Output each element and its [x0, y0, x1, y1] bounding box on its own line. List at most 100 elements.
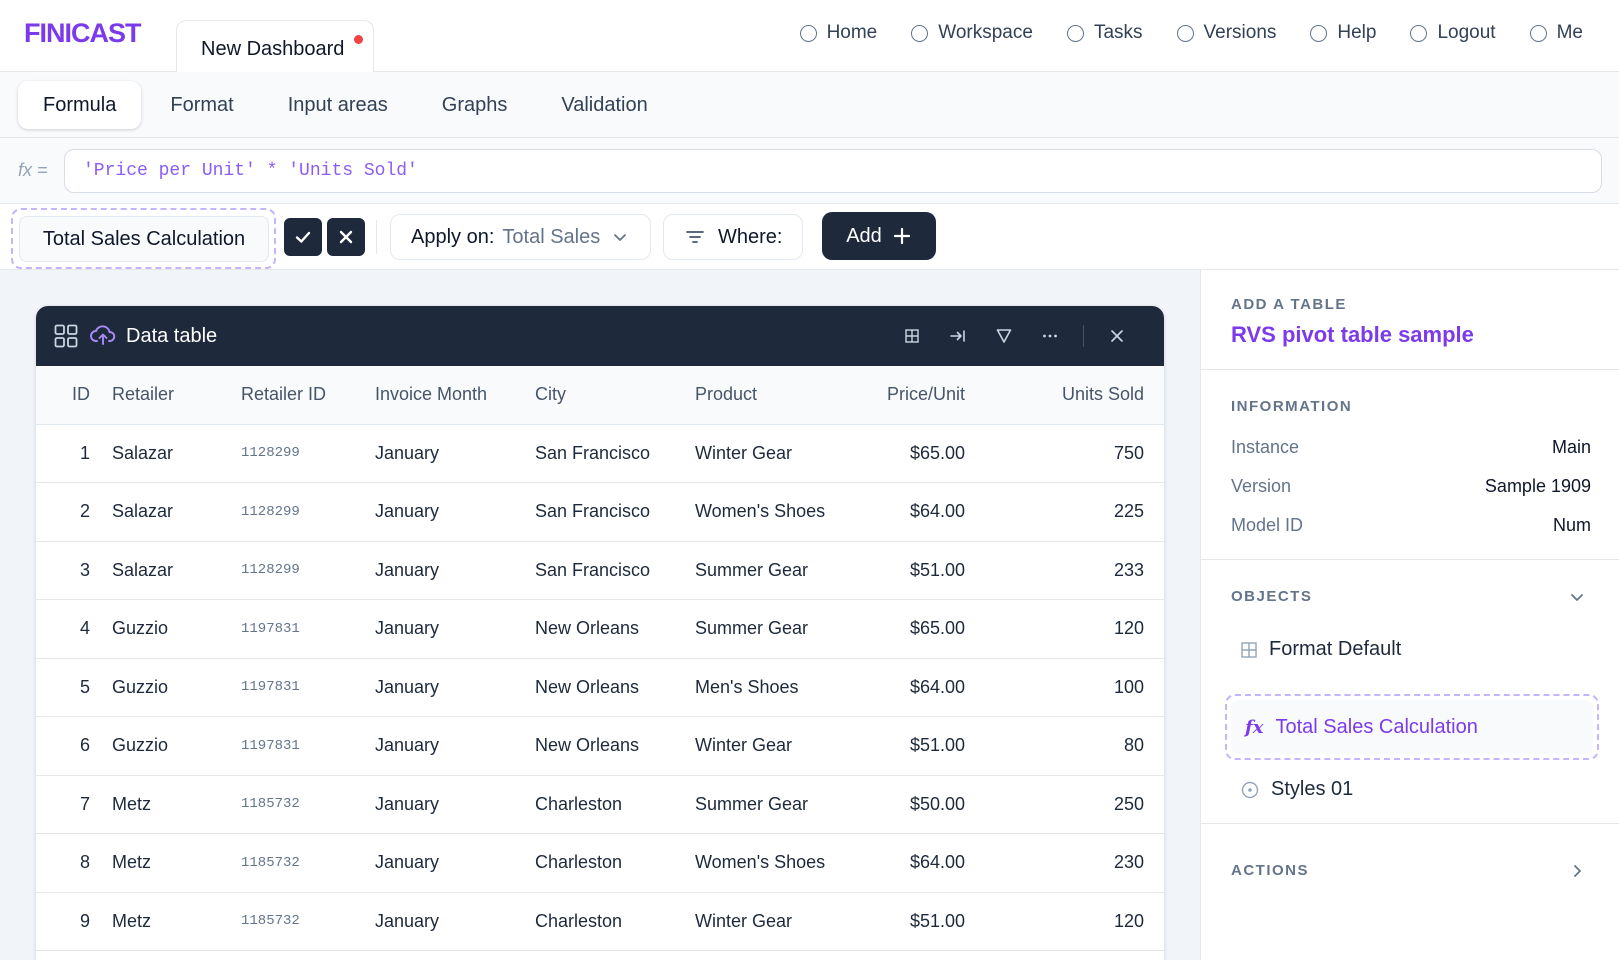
cell-retailer-id[interactable]: 1197831 — [235, 599, 369, 659]
cell-price-unit[interactable]: $65.00 — [849, 599, 985, 659]
chevron-down-icon[interactable] — [1568, 588, 1586, 606]
table-row[interactable]: 3 Salazar 1128299 January San Francisco Summe… — [36, 541, 1164, 600]
column-header-city[interactable]: City — [529, 366, 689, 425]
nav-workspace[interactable]: Workspace — [911, 22, 1033, 44]
cell-invoice-month[interactable]: January — [369, 892, 529, 951]
cell-id[interactable]: 9 — [36, 892, 104, 951]
cell-city[interactable]: San Francisco — [529, 541, 689, 600]
cell-price-unit[interactable]: $65.00 — [849, 424, 985, 483]
tab-format[interactable]: Format — [145, 81, 258, 129]
cell-id[interactable]: 3 — [36, 541, 104, 600]
more-options-button[interactable] — [1027, 306, 1073, 366]
cell-invoice-month[interactable]: January — [369, 775, 529, 834]
tab-graphs[interactable]: Graphs — [417, 81, 533, 129]
cell-invoice-month[interactable]: January — [369, 541, 529, 600]
filter-button[interactable] — [981, 306, 1027, 366]
cell-product[interactable]: Women's Shoes — [689, 482, 849, 542]
apply-on-dropdown[interactable]: Apply on: Total Sales — [390, 214, 651, 260]
cell-retailer-id[interactable]: 1185732 — [235, 892, 369, 951]
cell-units-sold[interactable]: 250 — [985, 775, 1164, 834]
cell-invoice-month[interactable]: January — [369, 833, 529, 893]
cell-units-sold[interactable]: 225 — [985, 482, 1164, 542]
cell-units-sold[interactable]: 233 — [985, 541, 1164, 600]
cell-product[interactable]: Winter Gear — [689, 892, 849, 951]
close-table-button[interactable] — [1094, 306, 1140, 366]
cell-city[interactable]: Charleston — [529, 775, 689, 834]
cell-retailer[interactable]: Salazar — [104, 482, 235, 542]
cell-invoice-month[interactable]: January — [369, 599, 529, 659]
table-row[interactable]: 7 Metz 1185732 January Charleston Summer Gear… — [36, 775, 1164, 834]
nav-logout[interactable]: Logout — [1410, 22, 1496, 44]
cell-price-unit[interactable]: $51.00 — [849, 541, 985, 600]
chevron-right-icon[interactable] — [1568, 862, 1586, 880]
cloud-upload-icon[interactable] — [90, 324, 116, 346]
cell-units-sold[interactable]: 120 — [985, 892, 1164, 951]
column-header-price-unit[interactable]: Price/Unit — [849, 366, 985, 425]
column-header-retailer-id[interactable]: Retailer ID — [235, 366, 369, 425]
table-row[interactable]: 1 Salazar 1128299 January San Francisco Winte… — [36, 424, 1164, 483]
nav-help[interactable]: Help — [1310, 22, 1376, 44]
cell-retailer-id[interactable]: 1197831 — [235, 716, 369, 776]
cell-units-sold[interactable]: 80 — [985, 716, 1164, 776]
cell-price-unit[interactable]: $50.00 — [849, 775, 985, 834]
tab-formula[interactable]: Formula — [18, 81, 142, 129]
cell-units-sold[interactable]: 750 — [985, 424, 1164, 483]
cell-retailer[interactable]: Salazar — [104, 424, 235, 483]
table-row[interactable]: 4 Guzzio 1197831 January New Orleans Summer G… — [36, 599, 1164, 659]
formula-input[interactable]: 'Price per Unit' * 'Units Sold' — [64, 149, 1602, 193]
cell-product[interactable]: Summer Gear — [689, 775, 849, 834]
cell-city[interactable]: New Orleans — [529, 658, 689, 717]
cancel-button[interactable] — [327, 218, 365, 256]
document-tab[interactable]: New Dashboard — [176, 20, 374, 73]
cell-price-unit[interactable]: $51.00 — [849, 892, 985, 951]
app-logo[interactable]: FINICAST — [24, 18, 141, 49]
column-header-retailer[interactable]: Retailer — [104, 366, 235, 425]
cell-retailer[interactable]: Metz — [104, 892, 235, 951]
table-row[interactable]: 5 Guzzio 1197831 January New Orleans Men's Sh… — [36, 658, 1164, 717]
grid-icon[interactable] — [54, 324, 78, 348]
cell-product[interactable]: Winter Gear — [689, 716, 849, 776]
collapse-right-button[interactable] — [935, 306, 981, 366]
column-header-product[interactable]: Product — [689, 366, 849, 425]
nav-tasks[interactable]: Tasks — [1066, 22, 1143, 44]
cell-id[interactable]: 5 — [36, 658, 104, 717]
cell-city[interactable]: New Orleans — [529, 716, 689, 776]
cell-id[interactable]: 6 — [36, 716, 104, 776]
cell-city[interactable]: San Francisco — [529, 424, 689, 483]
cell-price-unit[interactable]: $64.00 — [849, 833, 985, 893]
object-styles-01[interactable]: Styles 01 — [1241, 778, 1353, 801]
cell-price-unit[interactable]: $64.00 — [849, 482, 985, 542]
cell-city[interactable]: New Orleans — [529, 599, 689, 659]
cell-invoice-month[interactable]: January — [369, 716, 529, 776]
table-row[interactable]: 9 Metz 1185732 January Charleston Winter Gear… — [36, 892, 1164, 951]
tab-input-areas[interactable]: Input areas — [263, 81, 413, 129]
object-format-default[interactable]: Format Default — [1241, 638, 1401, 661]
cell-retailer[interactable]: Salazar — [104, 541, 235, 600]
cell-invoice-month[interactable]: January — [369, 658, 529, 717]
table-row[interactable]: 6 Guzzio 1197831 January New Orleans Winter G… — [36, 716, 1164, 776]
cell-price-unit[interactable]: $51.00 — [849, 716, 985, 776]
table-name-link[interactable]: RVS pivot table sample — [1231, 322, 1474, 348]
table-row[interactable]: 8 Metz 1185732 January Charleston Women's Sho… — [36, 833, 1164, 893]
table-view-button[interactable] — [889, 306, 935, 366]
table-row[interactable]: 2 Salazar 1128299 January San Francisco Women… — [36, 482, 1164, 542]
tab-validation[interactable]: Validation — [536, 81, 672, 129]
add-button[interactable]: Add — [822, 212, 936, 260]
column-header-id[interactable]: ID — [36, 366, 104, 425]
cell-city[interactable]: San Francisco — [529, 482, 689, 542]
cell-retailer[interactable]: Guzzio — [104, 716, 235, 776]
cell-retailer-id[interactable]: 1197831 — [235, 658, 369, 717]
where-filter-button[interactable]: Where: — [663, 214, 803, 260]
cell-invoice-month[interactable]: January — [369, 424, 529, 483]
cell-retailer-id[interactable]: 1128299 — [235, 541, 369, 600]
cell-product[interactable]: Men's Shoes — [689, 658, 849, 717]
cell-units-sold[interactable]: 120 — [985, 599, 1164, 659]
cell-retailer-id[interactable]: 1185732 — [235, 833, 369, 893]
confirm-button[interactable] — [284, 218, 322, 256]
cell-id[interactable]: 7 — [36, 775, 104, 834]
cell-id[interactable]: 2 — [36, 482, 104, 542]
cell-product[interactable]: Winter Gear — [689, 424, 849, 483]
cell-city[interactable]: Charleston — [529, 892, 689, 951]
cell-product[interactable]: Summer Gear — [689, 541, 849, 600]
nav-home[interactable]: Home — [799, 22, 877, 44]
